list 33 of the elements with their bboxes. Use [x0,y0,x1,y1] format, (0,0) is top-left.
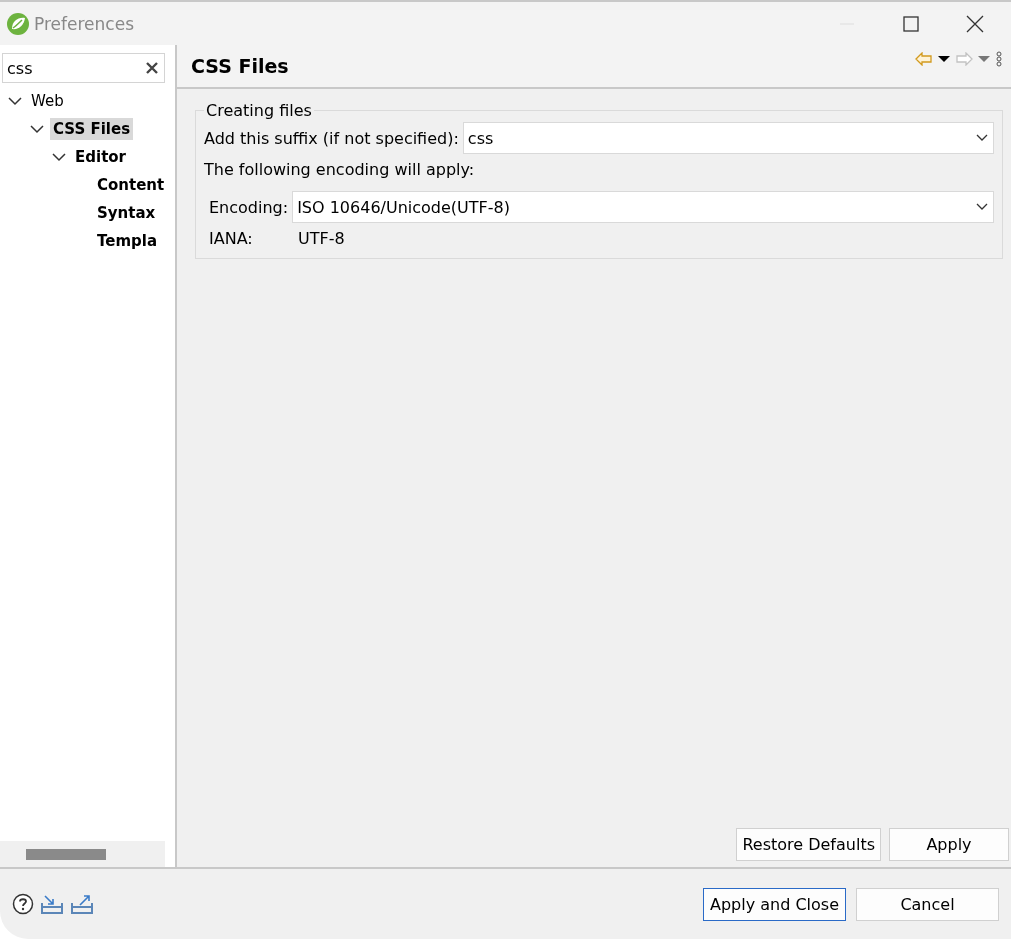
suffix-combo[interactable]: css [462,122,994,154]
leaf-logo-icon [6,11,30,36]
group-title: Creating files [205,101,313,120]
export-icon[interactable] [70,893,94,915]
restore-defaults-button[interactable]: Restore Defaults [736,828,881,861]
note-text: The following encoding will apply: [204,160,476,179]
filter-field[interactable]: css [2,53,165,83]
chevron-down-icon[interactable] [975,202,989,212]
field-label: IANA: [209,229,254,248]
clear-icon[interactable] [145,61,159,75]
chevron-down-icon[interactable] [975,133,989,143]
tree-item[interactable]: Content [94,174,168,196]
dropdown-caret-icon[interactable] [937,54,951,64]
apply-and-close-button[interactable]: Apply and Close [703,887,846,921]
tree-item[interactable]: Templa [94,230,161,252]
apply-button[interactable]: Apply [889,828,1009,861]
window-maximize-icon[interactable] [903,15,919,32]
import-icon[interactable] [40,893,64,915]
more-icon[interactable] [995,51,1003,67]
horizontal-scrollbar[interactable] [0,841,165,867]
field-label: Add this suffix (if not specified): [204,128,459,148]
iana-value: UTF-8 [298,229,345,248]
close-icon[interactable] [966,14,984,33]
field-label: Encoding: [209,197,289,217]
tree-item[interactable]: Web [28,90,67,112]
tree-item[interactable]: CSS Files [50,118,134,140]
window-title: Preferences [34,13,134,34]
cancel-button[interactable]: Cancel [856,887,999,921]
encoding-combo[interactable]: ISO 10646/Unicode(UTF-8) [292,191,994,223]
tree-item[interactable]: Syntax [94,202,159,224]
tree-item[interactable]: Editor [72,146,129,168]
page-title: CSS Files [191,55,289,77]
help-icon[interactable] [12,893,34,915]
